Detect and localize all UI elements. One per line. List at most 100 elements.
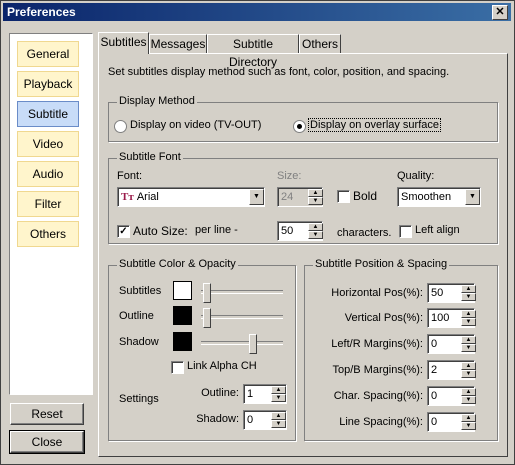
sidebar-item-others[interactable]: Others — [17, 221, 79, 247]
size-label: Size: — [277, 170, 302, 182]
top-bottom-margins-label: Top/B Margins(%): — [332, 364, 423, 376]
spin-down-icon[interactable]: ▼ — [271, 394, 286, 402]
outline-opacity-slider[interactable] — [201, 315, 283, 319]
spin-down-icon[interactable]: ▼ — [461, 370, 476, 378]
subtitles-opacity-slider[interactable] — [201, 290, 283, 294]
shadow-setting-stepper[interactable]: ▲ ▼ — [271, 412, 286, 428]
close-window-button[interactable]: ✕ — [492, 5, 508, 20]
shadow-color-label: Shadow — [119, 336, 159, 348]
spin-up-icon[interactable]: ▲ — [271, 412, 286, 420]
subtitle-font-title: Subtitle Font — [117, 151, 183, 163]
auto-size-checkbox[interactable]: ✓ — [117, 225, 130, 238]
line-spacing-label: Line Spacing(%): — [339, 416, 423, 428]
chevron-down-icon: ▼ — [469, 193, 476, 200]
subtitles-color-label: Subtitles — [119, 285, 162, 297]
preferences-window: Preferences ✕ General Playback Subtitle … — [0, 0, 515, 465]
left-align-checkbox[interactable] — [399, 225, 412, 238]
outline-setting-label: Outline: — [201, 387, 239, 399]
spin-down-icon[interactable]: ▼ — [271, 420, 286, 428]
per-line-stepper[interactable]: ▲ ▼ — [308, 223, 323, 239]
spin-up-icon[interactable]: ▲ — [461, 310, 476, 318]
left-right-margins-label: Left/R Margins(%): — [331, 338, 423, 350]
tab-others[interactable]: Others — [299, 34, 341, 53]
outline-opacity-thumb[interactable] — [203, 308, 211, 328]
tab-messages[interactable]: Messages — [149, 34, 207, 53]
subtitle-color-group: Subtitle Color & Opacity Subtitles Outli… — [108, 258, 296, 441]
spin-up-icon[interactable]: ▲ — [308, 223, 323, 231]
line-spacing-stepper[interactable]: ▲ ▼ — [461, 414, 476, 430]
sidebar-item-audio[interactable]: Audio — [17, 161, 79, 187]
vertical-pos-stepper[interactable]: ▲ ▼ — [461, 310, 476, 326]
sidebar-item-video[interactable]: Video — [17, 131, 79, 157]
spin-up-icon[interactable]: ▲ — [461, 388, 476, 396]
tab-subtitle-directory[interactable]: Subtitle Directory — [207, 34, 299, 69]
shadow-opacity-thumb[interactable] — [249, 334, 257, 354]
display-method-group: Display Method Display on video (TV-OUT)… — [108, 95, 498, 142]
link-alpha-label: Link Alpha CH — [187, 360, 257, 372]
characters-label: characters. — [337, 227, 392, 239]
char-spacing-label: Char. Spacing(%): — [333, 390, 423, 402]
top-bottom-margins-stepper[interactable]: ▲ ▼ — [461, 362, 476, 378]
font-dropdown-button[interactable]: ▼ — [249, 189, 264, 205]
char-spacing-stepper[interactable]: ▲ ▼ — [461, 388, 476, 404]
per-line-label: per line - — [195, 224, 238, 236]
spin-down-icon[interactable]: ▼ — [461, 422, 476, 430]
subtitle-font-group: Subtitle Font Font: Tт Arial ▼ Size: 24 … — [108, 151, 498, 244]
link-alpha-checkbox[interactable] — [171, 361, 184, 374]
spin-down-icon[interactable]: ▼ — [308, 197, 323, 205]
spin-down-icon[interactable]: ▼ — [461, 344, 476, 352]
font-select-value: Arial — [136, 191, 159, 203]
close-icon: ✕ — [495, 6, 505, 18]
subtitles-color-swatch[interactable] — [173, 281, 192, 300]
quality-dropdown-button[interactable]: ▼ — [465, 189, 480, 205]
subtitle-position-title: Subtitle Position & Spacing — [313, 258, 450, 270]
spin-up-icon[interactable]: ▲ — [308, 189, 323, 197]
sidebar-item-playback[interactable]: Playback — [17, 71, 79, 97]
display-on-overlay-label: Display on overlay surface — [307, 118, 442, 132]
close-button[interactable]: Close — [9, 430, 85, 454]
spin-down-icon[interactable]: ▼ — [308, 231, 323, 239]
auto-size-label: Auto Size: — [133, 224, 188, 238]
spin-down-icon[interactable]: ▼ — [461, 293, 476, 301]
display-on-video-radio[interactable] — [114, 120, 127, 133]
reset-button[interactable]: Reset — [10, 403, 84, 425]
spin-up-icon[interactable]: ▲ — [461, 285, 476, 293]
window-title: Preferences — [7, 5, 76, 19]
quality-label: Quality: — [397, 170, 435, 182]
display-method-title: Display Method — [117, 95, 197, 107]
font-select[interactable]: Tт Arial — [117, 187, 265, 207]
shadow-setting-label: Shadow: — [196, 413, 239, 425]
spin-up-icon[interactable]: ▲ — [461, 362, 476, 370]
left-right-margins-stepper[interactable]: ▲ ▼ — [461, 336, 476, 352]
spin-up-icon[interactable]: ▲ — [461, 414, 476, 422]
display-on-overlay-radio[interactable] — [293, 120, 306, 133]
horizontal-pos-label: Horizontal Pos(%): — [331, 287, 423, 299]
description-text: Set subtitles display method such as fon… — [108, 66, 450, 78]
sidebar-item-subtitle[interactable]: Subtitle — [17, 101, 79, 127]
outline-color-swatch[interactable] — [173, 306, 192, 325]
settings-label: Settings — [119, 393, 159, 405]
spin-down-icon[interactable]: ▼ — [461, 318, 476, 326]
shadow-opacity-slider[interactable] — [201, 341, 283, 345]
size-stepper[interactable]: ▲ ▼ — [308, 189, 323, 205]
bold-label: Bold — [353, 189, 378, 203]
spin-up-icon[interactable]: ▲ — [271, 386, 286, 394]
font-label: Font: — [117, 170, 143, 182]
sidebar-item-general[interactable]: General — [17, 41, 79, 67]
subtitles-opacity-thumb[interactable] — [203, 283, 211, 303]
spin-up-icon[interactable]: ▲ — [461, 336, 476, 344]
title-bar: Preferences ✕ — [3, 3, 511, 21]
left-align-label: Left align — [415, 224, 460, 236]
sidebar-item-filter[interactable]: Filter — [17, 191, 79, 217]
horizontal-pos-stepper[interactable]: ▲ ▼ — [461, 285, 476, 301]
bold-checkbox[interactable] — [337, 190, 350, 203]
outline-setting-stepper[interactable]: ▲ ▼ — [271, 386, 286, 402]
tab-subtitles[interactable]: Subtitles — [98, 32, 149, 54]
truetype-icon: Tт — [121, 191, 134, 203]
subtitle-color-title: Subtitle Color & Opacity — [117, 258, 238, 270]
subtitles-panel: Set subtitles display method such as fon… — [98, 53, 508, 457]
shadow-color-swatch[interactable] — [173, 332, 192, 351]
chevron-down-icon: ▼ — [253, 193, 260, 200]
subtitle-position-group: Subtitle Position & Spacing Horizontal P… — [304, 258, 498, 441]
spin-down-icon[interactable]: ▼ — [461, 396, 476, 404]
